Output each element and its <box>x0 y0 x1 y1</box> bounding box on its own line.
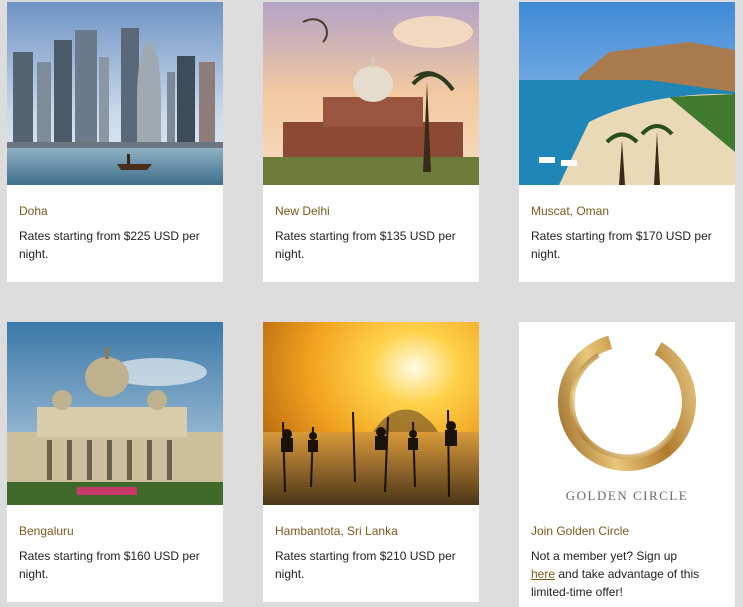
card-title[interactable]: Muscat, Oman <box>531 203 723 219</box>
card-description: Not a member yet? Sign up here and take … <box>531 547 723 601</box>
destination-card-doha[interactable]: Doha Rates starting from $225 USD per ni… <box>7 2 223 282</box>
humayun-tomb-image[interactable] <box>263 2 479 185</box>
sign-up-link[interactable]: here <box>531 567 555 581</box>
card-description: Rates starting from $170 USD per night. <box>531 229 712 261</box>
card-title[interactable]: New Delhi <box>275 203 467 219</box>
card-description: Rates starting from $225 USD per night. <box>19 229 200 261</box>
vidhana-soudha-image[interactable] <box>7 322 223 505</box>
card-description: Rates starting from $160 USD per night. <box>19 549 200 581</box>
card-description: Rates starting from $210 USD per night. <box>275 549 456 581</box>
card-title[interactable]: Join Golden Circle <box>531 523 723 539</box>
destination-card-new-delhi[interactable]: New Delhi Rates starting from $135 USD p… <box>263 2 479 282</box>
muscat-beach-image[interactable] <box>519 2 735 185</box>
stilt-fishermen-image[interactable] <box>263 322 479 505</box>
card-title[interactable]: Doha <box>19 203 211 219</box>
card-title[interactable]: Hambantota, Sri Lanka <box>275 523 467 539</box>
doha-skyline-image[interactable] <box>7 2 223 185</box>
golden-circle-card[interactable]: GOLDEN CIRCLE Join Golden Circle Not a m… <box>519 322 735 607</box>
desc-after: and take advantage of this limited-time … <box>531 567 700 599</box>
card-description: Rates starting from $135 USD per night. <box>275 229 456 261</box>
desc-before: Not a member yet? Sign up <box>531 549 678 563</box>
destination-card-hambantota[interactable]: Hambantota, Sri Lanka Rates starting fro… <box>263 322 479 602</box>
golden-circle-logo[interactable]: GOLDEN CIRCLE <box>519 322 735 505</box>
destination-card-bengaluru[interactable]: Bengaluru Rates starting from $160 USD p… <box>7 322 223 602</box>
destination-card-muscat[interactable]: Muscat, Oman Rates starting from $170 US… <box>519 2 735 282</box>
card-title[interactable]: Bengaluru <box>19 523 211 539</box>
golden-circle-wordmark: GOLDEN CIRCLE <box>566 488 688 503</box>
